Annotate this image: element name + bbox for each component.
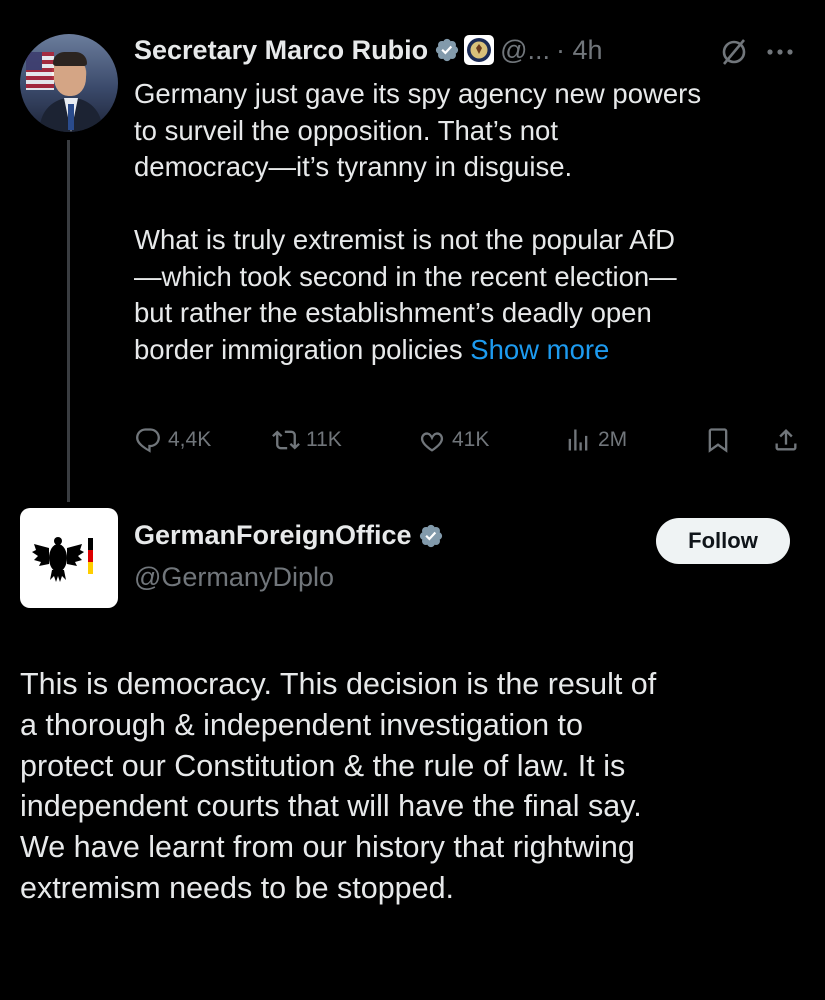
- text-line: protect our Constitution & the rule of l…: [20, 748, 626, 783]
- author-handle[interactable]: @...: [500, 35, 550, 66]
- bookmark-button[interactable]: [704, 420, 738, 460]
- thread-connector-line: [67, 140, 70, 502]
- text-line-with-link: border immigration policies Show more: [134, 332, 701, 369]
- share-button[interactable]: [772, 420, 806, 460]
- repost-button[interactable]: 11K: [272, 420, 342, 460]
- us-flag-background: [26, 52, 54, 90]
- reply-count: 4,4K: [168, 428, 212, 451]
- views-count: 2M: [598, 428, 628, 451]
- text-line: independent courts that will have the fi…: [20, 789, 642, 824]
- show-more-link[interactable]: Show more: [470, 334, 609, 365]
- tweet1-action-bar: 4,4K 11K 41K 2M: [134, 420, 814, 460]
- rubio-avatar[interactable]: [20, 34, 118, 132]
- grok-icon[interactable]: [716, 34, 752, 70]
- bookmark-icon: [708, 428, 728, 453]
- like-icon: [420, 432, 444, 452]
- tweet2-body: This is democracy. This decision is the …: [20, 664, 656, 909]
- text-line: to surveil the opposition. That’s not: [134, 114, 558, 146]
- like-count: 41K: [452, 428, 490, 451]
- author-name[interactable]: GermanForeignOffice: [134, 520, 412, 551]
- author-name[interactable]: Secretary Marco Rubio: [134, 35, 428, 66]
- repost-count: 11K: [306, 428, 342, 451]
- author-handle[interactable]: @GermanyDiplo: [134, 562, 334, 593]
- text-line: What is truly extremist is not the popul…: [134, 224, 676, 255]
- text-line: Germany just gave its spy agency new pow…: [134, 78, 702, 109]
- tweet1-body: Germany just gave its spy agency new pow…: [134, 76, 701, 368]
- german-foreign-office-avatar[interactable]: [20, 508, 118, 608]
- text-line: We have learnt from our history that rig…: [20, 830, 635, 865]
- federal-eagle-logo-icon: [32, 537, 93, 582]
- tweet-timestamp[interactable]: · 4h: [556, 35, 603, 66]
- reply-button[interactable]: 4,4K: [134, 420, 211, 460]
- text-line: border immigration policies: [134, 333, 463, 365]
- reply-icon: [136, 428, 160, 453]
- share-icon: [775, 429, 797, 451]
- tweet1-header: Secretary Marco Rubio @... · 4h: [134, 30, 603, 70]
- text-line: extremism needs to be stopped.: [20, 870, 455, 905]
- follow-button[interactable]: Follow: [656, 518, 790, 564]
- text-line: —which took second in the recent electio…: [134, 260, 677, 292]
- verified-badge-icon: [419, 524, 442, 547]
- text-line: a thorough & independent investigation t…: [20, 707, 583, 742]
- views-icon: [568, 429, 588, 451]
- like-button[interactable]: 41K: [418, 420, 489, 460]
- text-line: but rather the establishment’s deadly op…: [134, 297, 652, 328]
- tweet2-header: GermanForeignOffice: [134, 520, 444, 551]
- views-button[interactable]: 2M: [564, 420, 627, 460]
- state-department-seal-icon: [464, 35, 495, 65]
- text-line: democracy—it’s tyranny in disguise.: [134, 151, 573, 182]
- repost-icon: [272, 430, 300, 450]
- verified-badge-icon: [436, 38, 459, 62]
- text-line: This is democracy. This decision is the …: [20, 667, 657, 701]
- more-icon[interactable]: [760, 34, 800, 70]
